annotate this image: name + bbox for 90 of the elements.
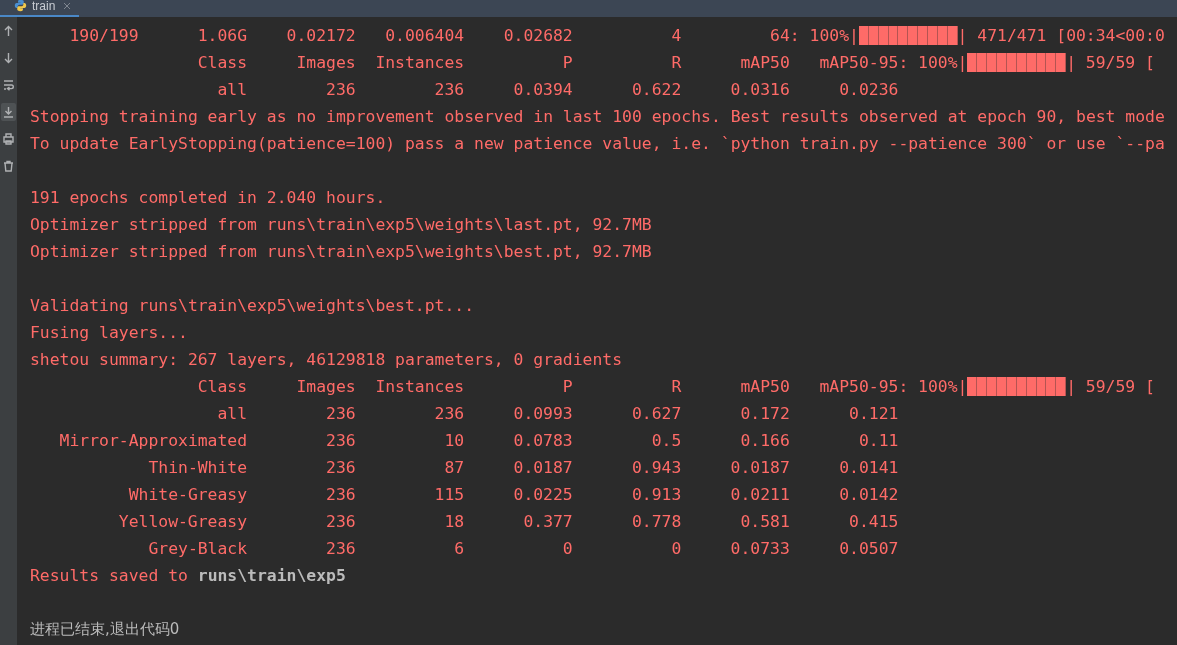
table-cell-text: 0.0187: [513, 457, 573, 479]
log-line: Results saved to runs\train\exp5: [30, 565, 346, 587]
table-cell-text: 0.415: [849, 511, 899, 533]
table-cell-text: 0.121: [849, 403, 899, 425]
progress-label: : 100%|: [789, 25, 859, 47]
table-cell-text: 0: [671, 538, 682, 560]
column-header: Instances: [375, 52, 465, 74]
log-line: Fusing layers...: [30, 322, 188, 344]
table-cell-text: 0.913: [631, 484, 682, 506]
column-header: mAP50-95: [819, 52, 899, 74]
table-cell-text: 0.622: [631, 79, 682, 101]
table-cell-text: 0.377: [523, 511, 573, 533]
scroll-to-end-icon[interactable]: [1, 103, 16, 121]
log-line: Optimizer stripped from runs\train\exp5\weights\best.pt, 92.7MB: [30, 241, 652, 263]
close-icon[interactable]: [63, 1, 72, 10]
table-cell-text: 0.0211: [730, 484, 790, 506]
progress-status: | 59/59 [: [1066, 376, 1155, 398]
column-header: Images: [296, 376, 356, 398]
column-header: Instances: [375, 376, 465, 398]
table-cell-text: 236: [434, 403, 465, 425]
table-cell-text: 0.0394: [513, 79, 573, 101]
table-cell-text: 236: [326, 538, 356, 560]
table-cell-text: 0.0316: [730, 79, 790, 101]
table-cell-text: 0.0507: [839, 538, 899, 560]
table-cell-text: 236: [326, 457, 356, 479]
table-cell-text: 0.627: [631, 403, 682, 425]
log-line: Validating runs\train\exp5\weights\best.pt...: [30, 295, 475, 317]
log-line: Stopping training early as no improvement observed in last 100 epochs. Best results observed at epoch 90, best mode: [30, 106, 1165, 128]
table-cell-text: Mirror-Approximated: [59, 430, 248, 452]
table-cell-text: 0.11: [858, 430, 899, 452]
column-header: P: [562, 52, 573, 74]
table-cell-text: 0.943: [631, 457, 682, 479]
column-header: Images: [296, 52, 356, 74]
progress-status: | 471/471 [00:34<00:0: [957, 25, 1165, 47]
table-cell-text: 64: [770, 25, 790, 47]
column-header: mAP50: [740, 52, 790, 74]
column-header: mAP50-95: [819, 376, 899, 398]
progress-status: | 59/59 [: [1066, 52, 1155, 74]
column-header: mAP50: [740, 376, 790, 398]
table-cell-text: 0.0783: [513, 430, 573, 452]
table-cell-text: 0: [562, 538, 573, 560]
table-cell-text: 87: [444, 457, 465, 479]
table-cell-text: Thin-White: [148, 457, 248, 479]
table-cell-text: Grey-Black: [148, 538, 248, 560]
table-cell-text: 236: [326, 403, 356, 425]
table-cell-text: 6: [454, 538, 465, 560]
table-cell-text: all: [217, 403, 248, 425]
exit-message: 进程已结束,退出代码0: [30, 619, 180, 640]
table-cell-text: 10: [444, 430, 465, 452]
table-cell-text: 0.0733: [730, 538, 790, 560]
table-cell-text: 18: [444, 511, 465, 533]
table-cell-text: 0.166: [740, 430, 790, 452]
table-cell-text: 0.006404: [385, 25, 465, 47]
log-line: Optimizer stripped from runs\train\exp5\weights\last.pt, 92.7MB: [30, 214, 652, 236]
table-cell-text: 0.778: [631, 511, 682, 533]
table-cell-text: all: [217, 79, 248, 101]
progress-label: : 100%|: [898, 52, 968, 74]
column-header: R: [671, 376, 682, 398]
table-cell-text: 1.06G: [197, 25, 248, 47]
log-line: shetou summary: 267 layers, 46129818 parameters, 0 gradients: [30, 349, 623, 371]
python-icon: [14, 0, 27, 12]
log-line: 191 epochs completed in 2.040 hours.: [30, 187, 386, 209]
column-header: P: [562, 376, 573, 398]
column-header: Class: [197, 376, 248, 398]
table-cell-text: White-Greasy: [128, 484, 248, 506]
column-header: R: [671, 52, 682, 74]
table-cell-text: 0.0142: [839, 484, 899, 506]
table-cell-text: 190/199: [69, 25, 139, 47]
column-header: Class: [197, 52, 248, 74]
log-line: To update EarlyStopping(patience=100) pass a new patience value, i.e. `python train.py --patience 300` or use `--pa: [30, 133, 1165, 155]
table-cell-text: 236: [326, 484, 356, 506]
table-cell-text: 236: [326, 511, 356, 533]
table-cell-text: 0.0236: [839, 79, 899, 101]
table-cell-text: Yellow-Greasy: [118, 511, 248, 533]
table-cell-text: 0.02172: [286, 25, 356, 47]
table-cell-text: 236: [434, 79, 465, 101]
table-cell-text: 0.0993: [513, 403, 573, 425]
table-cell-text: 0.02682: [503, 25, 573, 47]
table-cell-text: 0.0187: [730, 457, 790, 479]
table-cell-text: 0.172: [740, 403, 790, 425]
table-cell-text: 236: [326, 79, 356, 101]
table-cell-text: 0.0225: [513, 484, 573, 506]
table-cell-text: 0.581: [740, 511, 790, 533]
progress-label: : 100%|: [898, 376, 968, 398]
table-cell-text: 115: [434, 484, 465, 506]
table-cell-text: 0.5: [651, 430, 682, 452]
table-cell-text: 4: [671, 25, 682, 47]
table-cell-text: 0.0141: [839, 457, 899, 479]
print-icon[interactable]: [1, 130, 16, 148]
table-cell-text: 236: [326, 430, 356, 452]
